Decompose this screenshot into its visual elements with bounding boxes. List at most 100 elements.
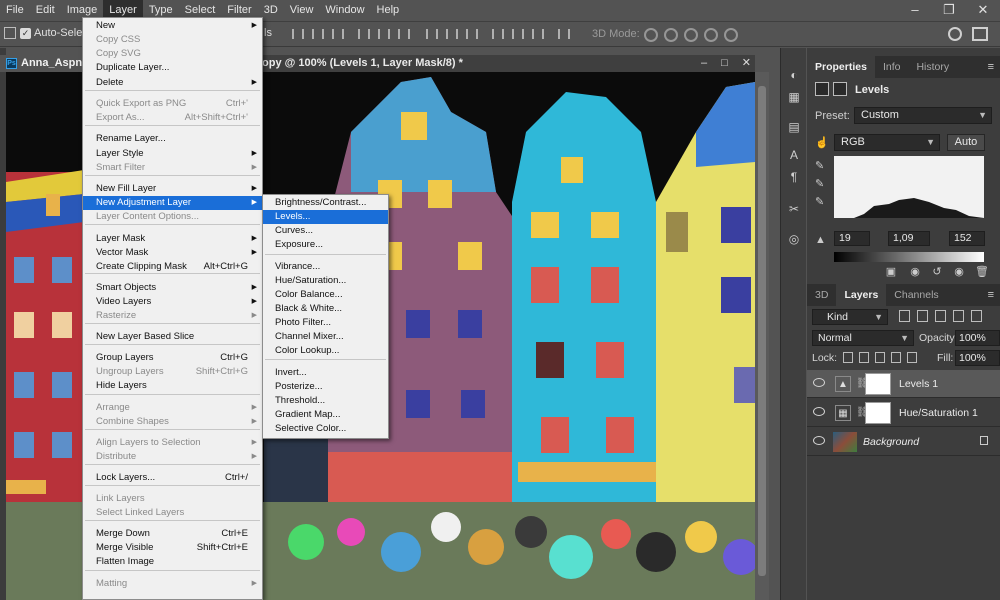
menu-item-distribute[interactable]: Distribute ▶ bbox=[83, 450, 262, 464]
3d-scale-icon[interactable] bbox=[724, 28, 738, 42]
menu-item-group-layers[interactable]: Group Layers Ctrl+G bbox=[83, 351, 262, 365]
distribute-vcenter-icon[interactable] bbox=[446, 29, 458, 39]
fill-input[interactable]: 100% bbox=[955, 350, 1000, 366]
menu-item-create-clipping-mask[interactable]: Create Clipping Mask Alt+Ctrl+G bbox=[83, 260, 262, 274]
submenu-item-selective-color[interactable]: Selective Color... bbox=[263, 422, 388, 436]
layer-row-hue-saturation[interactable]: ▦ ⛓ Hue/Saturation 1 bbox=[807, 399, 1000, 427]
layer-name[interactable]: Levels 1 bbox=[899, 378, 938, 390]
menu-item-lock-layers[interactable]: Lock Layers... Ctrl+/ bbox=[83, 471, 262, 485]
levels-histogram[interactable] bbox=[834, 156, 984, 218]
levels-adjustment-icon[interactable] bbox=[815, 82, 829, 96]
submenu-item-color-balance[interactable]: Color Balance... bbox=[263, 288, 388, 302]
doc-minimize-icon[interactable]: – bbox=[701, 55, 707, 72]
menu-item-hide-layers[interactable]: Hide Layers bbox=[83, 379, 262, 393]
eye-icon[interactable] bbox=[813, 378, 825, 387]
trash-icon[interactable]: 🗑 bbox=[975, 266, 989, 278]
submenu-item-invert[interactable]: Invert... bbox=[263, 366, 388, 380]
menu-item-new[interactable]: New ▶ bbox=[83, 19, 262, 33]
doc-restore-icon[interactable]: □ bbox=[721, 55, 728, 72]
vertical-scrollbar[interactable] bbox=[755, 72, 769, 600]
color-icon[interactable]: ◐ bbox=[787, 68, 801, 82]
swatches-icon[interactable]: ▦ bbox=[787, 90, 801, 104]
menu-item-smart-objects[interactable]: Smart Objects ▶ bbox=[83, 281, 262, 295]
submenu-item-channel-mixer[interactable]: Channel Mixer... bbox=[263, 330, 388, 344]
layer-row-levels[interactable]: ▲ ⛓ Levels 1 bbox=[807, 370, 1000, 398]
tab-properties[interactable]: Properties bbox=[807, 56, 875, 78]
distribute-left-icon[interactable] bbox=[492, 29, 504, 39]
layer-mask-thumbnail[interactable] bbox=[865, 402, 891, 424]
lock-artboard-icon[interactable] bbox=[891, 352, 901, 363]
auto-button[interactable]: Auto bbox=[947, 134, 985, 151]
opacity-input[interactable]: 100% bbox=[955, 330, 1000, 346]
blend-mode-select[interactable]: Normal ▼ bbox=[812, 330, 914, 346]
auto-select-checkbox[interactable]: ✓ bbox=[20, 28, 31, 39]
filter-type-icon[interactable] bbox=[935, 310, 946, 322]
distribute-top-icon[interactable] bbox=[426, 29, 438, 39]
menu-item-new-adjustment-layer[interactable]: New Adjustment Layer ▶ bbox=[83, 196, 262, 210]
menu-item-vector-mask[interactable]: Vector Mask ▶ bbox=[83, 246, 262, 260]
hand-target-icon[interactable]: ☝ bbox=[815, 137, 829, 149]
menu-item-layer-style[interactable]: Layer Style ▶ bbox=[83, 147, 262, 161]
layer-row-background[interactable]: Background bbox=[807, 428, 1000, 456]
submenu-item-posterize[interactable]: Posterize... bbox=[263, 380, 388, 394]
menu-item-combine-shapes[interactable]: Combine Shapes ▶ bbox=[83, 415, 262, 429]
submenu-item-brightness-contrast[interactable]: Brightness/Contrast... bbox=[263, 196, 388, 210]
menu-item-link-layers[interactable]: Link Layers bbox=[83, 492, 262, 506]
menu-item-layer-content-options[interactable]: Layer Content Options... bbox=[83, 210, 262, 224]
move-tool-icon[interactable] bbox=[4, 27, 16, 39]
3d-pan-icon[interactable] bbox=[684, 28, 698, 42]
align-hcenter-icon[interactable] bbox=[378, 29, 390, 39]
menu-item-ungroup-layers[interactable]: Ungroup Layers Shift+Ctrl+G bbox=[83, 365, 262, 379]
menu-item-select-linked-layers[interactable]: Select Linked Layers bbox=[83, 506, 262, 520]
filter-adjustment-icon[interactable] bbox=[917, 310, 928, 322]
clipping-icon[interactable]: ▲ bbox=[815, 234, 827, 246]
distribute-bottom-icon[interactable] bbox=[466, 29, 478, 39]
menu-item-copy-svg[interactable]: Copy SVG bbox=[83, 47, 262, 61]
menu-item-align-layers-to-selection[interactable]: Align Layers to Selection ▶ bbox=[83, 436, 262, 450]
paragraph-icon[interactable]: ¶ bbox=[787, 170, 801, 184]
tab-channels[interactable]: Channels bbox=[886, 284, 946, 306]
panel-menu-icon[interactable]: ≡ bbox=[988, 284, 994, 306]
tab-history[interactable]: History bbox=[908, 56, 957, 78]
gray-eyedropper-icon[interactable]: ✎ bbox=[815, 178, 827, 190]
visibility-icon[interactable]: ◉ bbox=[953, 266, 965, 278]
filter-pixel-icon[interactable] bbox=[899, 310, 910, 322]
output-levels-gradient[interactable] bbox=[834, 252, 984, 262]
lock-all-icon[interactable] bbox=[907, 352, 917, 363]
menu-item-export-as[interactable]: Export As... Alt+Shift+Ctrl+' bbox=[83, 111, 262, 125]
menu-item-video-layers[interactable]: Video Layers ▶ bbox=[83, 295, 262, 309]
menu-item-merge-down[interactable]: Merge Down Ctrl+E bbox=[83, 527, 262, 541]
menu-item-matting[interactable]: Matting ▶ bbox=[83, 577, 262, 591]
align-vcenter-icon[interactable] bbox=[312, 29, 324, 39]
tab-3d[interactable]: 3D bbox=[807, 284, 836, 306]
reset-icon[interactable]: ↺ bbox=[931, 266, 943, 278]
minimize-icon[interactable]: – bbox=[898, 0, 932, 20]
lock-transparent-icon[interactable] bbox=[843, 352, 853, 363]
view-previous-icon[interactable]: ◉ bbox=[909, 266, 921, 278]
close-icon[interactable]: ✕ bbox=[966, 0, 1000, 20]
lock-icon[interactable] bbox=[980, 436, 988, 445]
submenu-item-black-white[interactable]: Black & White... bbox=[263, 302, 388, 316]
submenu-item-levels[interactable]: Levels... bbox=[263, 210, 388, 224]
menu-help[interactable]: Help bbox=[371, 0, 406, 20]
3d-roll-icon[interactable] bbox=[664, 28, 678, 42]
submenu-item-exposure[interactable]: Exposure... bbox=[263, 238, 388, 252]
menu-item-smart-filter[interactable]: Smart Filter ▶ bbox=[83, 161, 262, 175]
menu-item-flatten-image[interactable]: Flatten Image bbox=[83, 555, 262, 569]
black-input[interactable]: 19 bbox=[834, 231, 870, 246]
filter-shape-icon[interactable] bbox=[953, 310, 964, 322]
distribute-right-icon[interactable] bbox=[532, 29, 544, 39]
tab-layers[interactable]: Layers bbox=[836, 284, 887, 306]
align-top-icon[interactable] bbox=[292, 29, 304, 39]
tool-presets-icon[interactable]: ✂ bbox=[787, 202, 801, 216]
mask-icon[interactable] bbox=[833, 82, 847, 96]
align-bottom-icon[interactable] bbox=[332, 29, 344, 39]
align-right-icon[interactable] bbox=[398, 29, 410, 39]
doc-close-icon[interactable]: ✕ bbox=[742, 55, 751, 72]
align-left-icon[interactable] bbox=[358, 29, 370, 39]
menu-item-rasterize[interactable]: Rasterize ▶ bbox=[83, 309, 262, 323]
gamma-input[interactable]: 1,09 bbox=[888, 231, 930, 246]
submenu-item-color-lookup[interactable]: Color Lookup... bbox=[263, 344, 388, 358]
menu-item-delete[interactable]: Delete ▶ bbox=[83, 76, 262, 90]
distribute-hcenter-icon[interactable] bbox=[512, 29, 524, 39]
